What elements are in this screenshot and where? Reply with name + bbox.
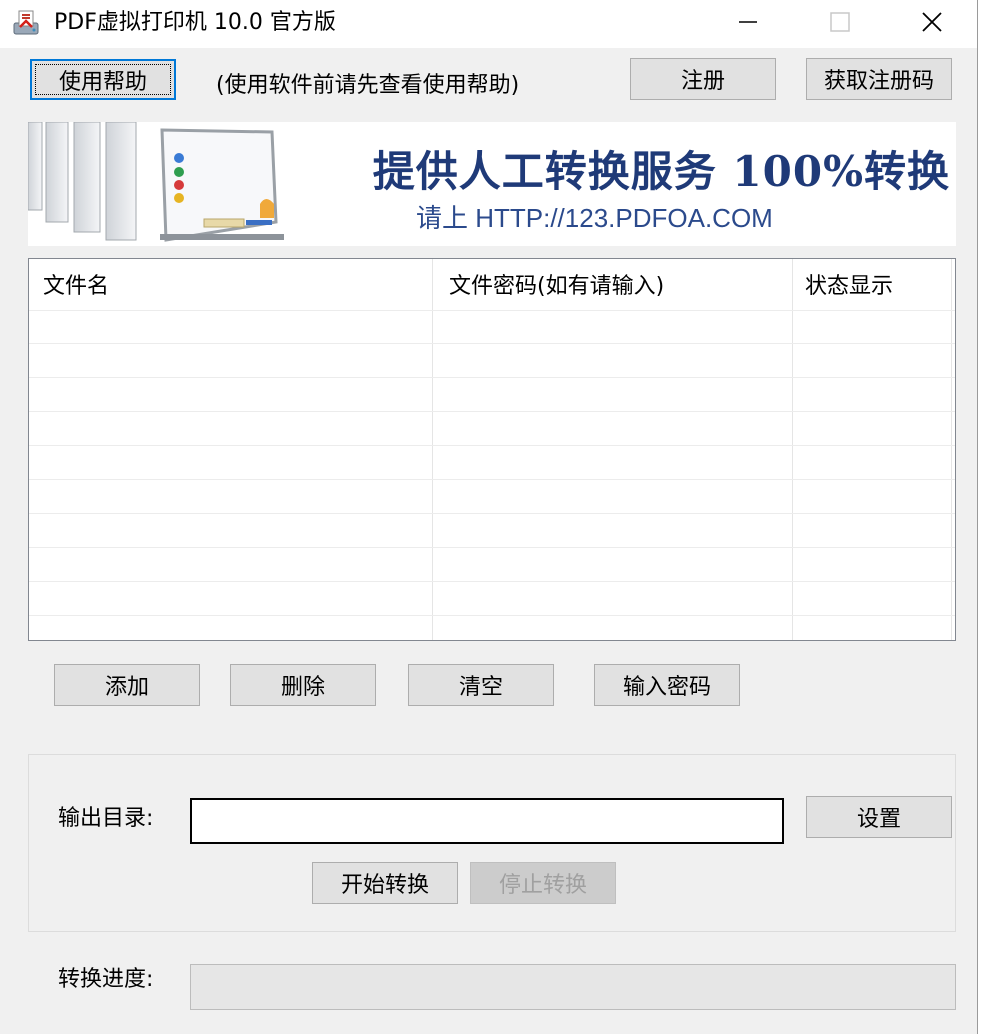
add-file-button[interactable]: 添加	[54, 664, 200, 706]
column-header-filename[interactable]: 文件名	[29, 259, 431, 311]
row-grid-line	[29, 615, 955, 616]
row-grid-line	[29, 479, 955, 480]
row-grid-line	[29, 310, 955, 311]
row-grid-line	[29, 581, 955, 582]
settings-button[interactable]: 设置	[806, 796, 952, 838]
progress-label: 转换进度:	[58, 967, 154, 992]
row-grid-line	[29, 411, 955, 412]
delete-file-button[interactable]: 删除	[230, 664, 376, 706]
promo-banner[interactable]: 提供人工转换服务 100%转换 请上 HTTP://123.PDFOA.COM	[28, 122, 956, 246]
get-registration-code-button[interactable]: 获取注册码	[806, 58, 952, 100]
minimize-button[interactable]	[702, 0, 794, 48]
conversion-progress-bar	[190, 964, 956, 1010]
stop-convert-button[interactable]: 停止转换	[470, 862, 616, 904]
enter-password-button[interactable]: 输入密码	[594, 664, 740, 706]
column-divider[interactable]	[792, 259, 793, 640]
close-icon	[921, 11, 943, 37]
column-divider[interactable]	[951, 259, 952, 640]
column-header-status[interactable]: 状态显示	[791, 259, 951, 311]
row-grid-line	[29, 343, 955, 344]
banner-url-text: 请上 HTTP://123.PDFOA.COM	[416, 203, 773, 233]
window-title: PDF虚拟打印机 10.0 官方版	[54, 10, 336, 35]
start-convert-button[interactable]: 开始转换	[312, 862, 458, 904]
row-grid-line	[29, 513, 955, 514]
register-button[interactable]: 注册	[630, 58, 776, 100]
banner-headline: 提供人工转换服务 100%转换	[372, 147, 950, 196]
column-divider[interactable]	[432, 259, 433, 640]
row-grid-line	[29, 445, 955, 446]
maximize-icon	[830, 12, 850, 36]
clear-list-button[interactable]: 清空	[408, 664, 554, 706]
minimize-icon	[738, 12, 758, 36]
row-grid-line	[29, 547, 955, 548]
maximize-button[interactable]	[794, 0, 886, 48]
pdf-printer-app-icon	[12, 9, 42, 37]
row-grid-line	[29, 377, 955, 378]
output-dir-input[interactable]	[190, 798, 784, 844]
title-bar[interactable]: PDF虚拟打印机 10.0 官方版	[0, 0, 977, 48]
column-header-password[interactable]: 文件密码(如有请输入)	[435, 259, 791, 311]
close-button[interactable]	[886, 0, 978, 48]
help-hint-text: (使用软件前请先查看使用帮助)	[216, 73, 520, 98]
help-button[interactable]: 使用帮助	[30, 59, 176, 100]
output-dir-label: 输出目录:	[58, 806, 154, 831]
file-list[interactable]: 文件名 文件密码(如有请输入) 状态显示	[28, 258, 956, 641]
app-window: PDF虚拟打印机 10.0 官方版 使用帮助 (使用软件前请先查看使用帮助) 注…	[0, 0, 978, 1034]
file-list-header: 文件名 文件密码(如有请输入) 状态显示	[29, 259, 955, 311]
whiteboard-illustration-icon	[28, 122, 298, 246]
